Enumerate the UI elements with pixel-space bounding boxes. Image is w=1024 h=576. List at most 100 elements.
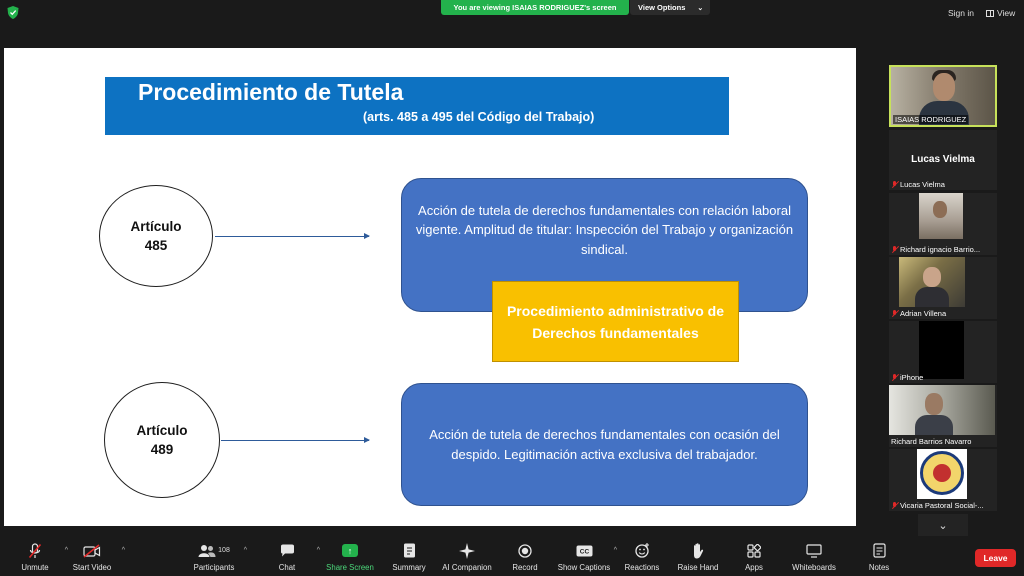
hand-icon (691, 542, 705, 559)
article-489-box: Acción de tutela de derechos fundamental… (401, 383, 808, 506)
participants-count: 108 (218, 547, 230, 554)
start-video-label: Start Video (72, 563, 112, 572)
chevron-down-icon: ⌄ (697, 4, 704, 12)
chat-label: Chat (278, 563, 296, 572)
unmute-label: Unmute (21, 563, 49, 572)
participant-tile[interactable]: Vicaria Pastoral Social-... (889, 449, 997, 511)
box-text: Acción de tutela de derechos fundamental… (415, 202, 794, 257)
sign-in-link[interactable]: Sign in (948, 8, 974, 18)
participants-icon: 108 (198, 542, 230, 559)
leave-button[interactable]: Leave (975, 549, 1016, 567)
participant-name-text: Richard Barrios Navarro (891, 437, 972, 446)
box-text: Acción de tutela de derechos fundamental… (429, 427, 780, 462)
participant-name-text: Adrian Villena (900, 309, 947, 318)
participant-name-text: Lucas Vielma (900, 180, 945, 189)
callout-box: Procedimiento administrativo de Derechos… (492, 281, 739, 362)
share-screen-icon: ↑ (342, 542, 358, 559)
captions-icon: CC (576, 542, 593, 559)
mic-muted-icon (891, 180, 898, 189)
participants-video-panel: ISAIAS RODRIGUEZ Lucas Vielma Lucas Viel… (862, 48, 1024, 543)
mic-off-icon (28, 542, 42, 559)
show-captions-label: Show Captions (557, 563, 611, 572)
mic-muted-icon (891, 245, 898, 254)
sparkle-icon (459, 542, 475, 559)
participant-tile-active-speaker[interactable]: ISAIAS RODRIGUEZ (889, 65, 997, 127)
article-number: 485 (144, 238, 168, 253)
participant-display-name: Lucas Vielma (911, 154, 975, 165)
participant-name: iPhone (891, 373, 923, 382)
whiteboards-label: Whiteboards (792, 563, 836, 572)
mic-muted-icon (891, 501, 898, 510)
view-label: View (997, 8, 1016, 18)
mic-muted-icon (891, 309, 898, 318)
article-489-circle: Artículo 489 (104, 382, 220, 498)
view-button[interactable]: View (986, 8, 1015, 18)
participants-label: Participants (193, 563, 235, 572)
share-screen-label: Share Screen (326, 563, 374, 572)
video-feed (899, 257, 965, 307)
participant-name: Adrian Villena (891, 309, 946, 318)
chevron-up-icon[interactable]: ^ (122, 547, 125, 554)
participant-name: Richard Barrios Navarro (891, 437, 971, 446)
view-options-label: View Options (638, 3, 686, 12)
grid-icon (986, 9, 994, 17)
view-options-button[interactable]: View Options ⌄ (630, 0, 710, 15)
profile-picture (917, 449, 967, 499)
participant-tile[interactable]: Richard ignacio Barrio... (889, 193, 997, 255)
record-label: Record (512, 563, 538, 572)
raise-hand-label: Raise Hand (677, 563, 719, 572)
notes-icon (872, 542, 886, 559)
participant-tile[interactable]: Lucas Vielma Lucas Vielma (889, 130, 997, 190)
participant-tile[interactable]: Adrian Villena (889, 257, 997, 319)
shield-icon[interactable] (7, 6, 19, 19)
chevron-down-icon: ⌄ (938, 519, 948, 532)
whiteboard-icon (806, 542, 822, 559)
record-icon (518, 542, 532, 559)
zoom-window: You are viewing ISAIAS RODRIGUEZ's scree… (0, 0, 1024, 576)
video-feed (933, 73, 955, 101)
mic-muted-icon (891, 373, 898, 382)
arrow-connector (215, 233, 370, 239)
participants-button[interactable]: 108 ^ Participants (179, 542, 249, 572)
arrow-connector (221, 437, 370, 443)
seal-logo-icon (920, 451, 964, 495)
video-feed (919, 193, 963, 239)
video-off-icon (83, 542, 101, 559)
participant-name: Lucas Vielma (891, 180, 945, 189)
chat-icon (280, 542, 295, 559)
participant-name: ISAIAS RODRIGUEZ (893, 115, 969, 124)
participant-name: Vicaria Pastoral Social-... (891, 501, 984, 510)
participant-tile[interactable]: Richard Barrios Navarro (889, 385, 997, 447)
participant-tile[interactable]: iPhone (889, 321, 997, 383)
slide-title: Procedimiento de Tutela (138, 79, 404, 105)
apps-label: Apps (745, 563, 763, 572)
video-feed (919, 321, 964, 379)
slide-title-banner: Procedimiento de Tutela (arts. 485 a 495… (105, 77, 729, 135)
ai-companion-label: AI Companion (442, 563, 492, 572)
viewing-screen-banner: You are viewing ISAIAS RODRIGUEZ's scree… (441, 0, 629, 15)
participant-name-text: ISAIAS RODRIGUEZ (895, 115, 967, 124)
summary-icon (403, 542, 416, 559)
whiteboards-button[interactable]: Whiteboards (779, 542, 849, 572)
participant-name-text: Richard ignacio Barrio... (900, 245, 981, 254)
start-video-button[interactable]: ^ Start Video (57, 542, 127, 572)
slide-subtitle: (arts. 485 a 495 del Código del Trabajo) (363, 110, 595, 124)
shared-screen: Procedimiento de Tutela (arts. 485 a 495… (4, 48, 856, 526)
scroll-down-button[interactable]: ⌄ (918, 514, 968, 536)
chat-button[interactable]: ^ Chat (252, 542, 322, 572)
participant-name-text: iPhone (900, 373, 924, 382)
participant-name-text: Vicaria Pastoral Social-... (900, 501, 984, 510)
smiley-icon (634, 542, 650, 559)
article-label: Artículo (136, 423, 188, 438)
participant-name: Richard ignacio Barrio... (891, 245, 980, 254)
top-bar: You are viewing ISAIAS RODRIGUEZ's scree… (0, 0, 1024, 26)
svg-text:CC: CC (579, 548, 589, 555)
summary-label: Summary (392, 563, 426, 572)
article-485-circle: Artículo 485 (99, 185, 213, 287)
reactions-label: Reactions (624, 563, 660, 572)
notes-button[interactable]: Notes (844, 542, 914, 572)
article-number: 489 (150, 442, 174, 457)
chevron-up-icon[interactable]: ^ (244, 547, 247, 554)
notes-label: Notes (868, 563, 890, 572)
meeting-toolbar: ^ Unmute ^ Start Video 108 ^ Participant… (0, 540, 1024, 576)
